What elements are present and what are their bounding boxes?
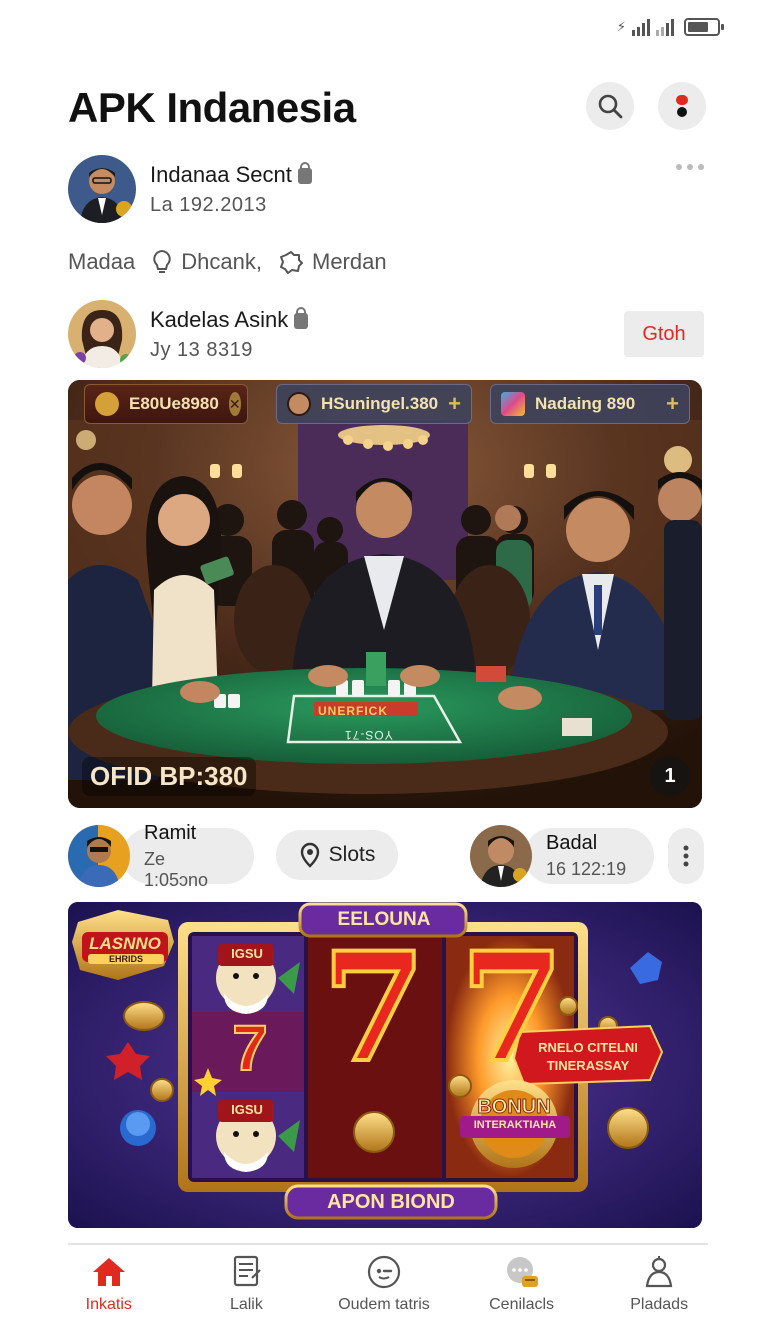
profile-icon <box>645 1256 673 1288</box>
add-icon[interactable]: + <box>666 391 679 417</box>
image-count-badge: 1 <box>650 756 690 796</box>
lightbulb-icon <box>153 249 171 273</box>
promo-line-1: RNELO CITELNI <box>538 1040 638 1055</box>
avatar <box>68 825 130 887</box>
seven-symbol: 7 <box>320 920 428 1096</box>
bottom-nav: Inkatis Lalik Oudem tatris Cenilacls Pla… <box>40 1254 728 1314</box>
more-options-icon[interactable] <box>676 164 704 170</box>
nav-label: Oudem tatris <box>338 1296 430 1313</box>
nav-item-home[interactable]: Inkatis <box>40 1254 178 1314</box>
post-date: Jy 13 8319 <box>150 338 253 361</box>
bonus-line-2: INTERAKTIAHA <box>473 1119 557 1131</box>
signal-icon <box>632 18 650 36</box>
hero-chip-label: Nadaing 890 <box>535 394 636 413</box>
nav-label: Pladads <box>630 1296 689 1313</box>
tag-item[interactable]: Dhcank, <box>151 248 262 276</box>
tag-item[interactable]: Madaa <box>68 249 135 275</box>
badge-icon <box>280 251 303 274</box>
seven-symbol: 7 <box>231 1012 269 1084</box>
location-pin-icon <box>300 842 319 868</box>
table-text: UNERFICK <box>318 704 388 718</box>
profile-button[interactable] <box>658 82 706 130</box>
profile-icon <box>676 95 688 117</box>
story-name: Badal <box>546 832 598 854</box>
signal-2-icon <box>656 18 674 36</box>
nav-item-coins[interactable]: Cenilacls <box>453 1254 591 1314</box>
table-text-2: YOS-71 <box>344 728 393 742</box>
post-author-name[interactable]: Kadelas Asink <box>150 306 309 333</box>
hero-chip-label: HSuningel.380 <box>321 394 439 413</box>
hero-chip-label: E80Ue8980 <box>129 394 219 413</box>
tag-item[interactable]: Merdan <box>278 249 387 275</box>
post-header-1[interactable]: Indanaa Secnt La 192.2013 <box>68 155 312 223</box>
hero-caption: OFID BP:380 <box>82 757 256 796</box>
slots-promo-banner[interactable]: EELOUNA LASNNO EHRIDS IGSU IGSU 7 7 7 RN… <box>68 902 702 1228</box>
more-vertical-icon <box>683 845 689 867</box>
nav-divider <box>68 1243 708 1245</box>
post-date: La 192.2013 <box>150 193 267 216</box>
document-icon <box>234 1255 262 1287</box>
more-stories-button[interactable] <box>668 828 704 884</box>
story-time: 16 122:19 <box>546 859 627 879</box>
banner-logo-top: LASNNO <box>89 934 161 953</box>
story-item[interactable]: Ramit Ze 1:05ɔno <box>68 822 254 890</box>
bonus-line-1: BONUN <box>477 1096 551 1119</box>
nav-label: Cenilacls <box>489 1296 555 1313</box>
nav-item-documents[interactable]: Lalik <box>178 1254 316 1314</box>
status-bar: ⚡ <box>616 14 724 40</box>
home-icon <box>92 1258 125 1286</box>
nav-label: Inkatis <box>85 1296 132 1313</box>
slot-badge-text: IGSU <box>231 946 263 961</box>
add-icon[interactable]: + <box>448 391 461 417</box>
lock-icon <box>297 161 312 184</box>
coin-icon <box>95 392 119 416</box>
hero-chip[interactable]: HSuningel.380 + <box>276 384 472 424</box>
network-speed-icon: ⚡ <box>616 19 626 34</box>
slots-chip[interactable]: Slots <box>276 830 398 880</box>
story-pill: Badal 16 122:19 <box>524 828 654 884</box>
story-name: Ramit <box>144 821 197 844</box>
story-pill: Ramit Ze 1:05ɔno <box>122 822 254 890</box>
banner-logo-bottom: EHRIDS <box>88 954 164 964</box>
search-button[interactable] <box>586 82 634 130</box>
nav-item-chat[interactable]: Oudem tatris <box>315 1254 453 1314</box>
hero-chip[interactable]: Nadaing 890 + <box>490 384 690 424</box>
lock-icon <box>294 306 309 329</box>
avatar[interactable] <box>68 155 136 223</box>
follow-button[interactable]: Gtoh <box>624 311 704 357</box>
app-icon <box>501 392 525 416</box>
chat-icon <box>367 1255 401 1289</box>
coin-chat-icon <box>506 1257 538 1287</box>
post-header-2[interactable]: Kadelas Asink Jy 13 8319 <box>68 300 309 368</box>
avatar[interactable] <box>68 300 136 368</box>
story-item[interactable]: Badal 16 122:19 <box>470 825 654 887</box>
avatar <box>470 825 532 887</box>
hero-chip[interactable]: E80Ue8980 ✕ <box>84 384 248 424</box>
search-icon <box>598 94 623 119</box>
casino-scene <box>68 380 702 808</box>
avatar <box>287 392 311 416</box>
app-title: APK Indanesia <box>68 84 356 131</box>
tag-label: Merdan <box>312 249 387 274</box>
nav-label: Lalik <box>229 1296 263 1313</box>
slot-badge-text: IGSU <box>231 1102 263 1117</box>
tag-row: Madaa Dhcank, Merdan <box>68 248 387 276</box>
post-author-name[interactable]: Indanaa Secnt <box>150 161 312 188</box>
post-author-name-text: Indanaa Secnt <box>150 161 292 187</box>
battery-icon <box>684 18 724 36</box>
tag-label: Madaa <box>68 249 136 274</box>
tag-label: Dhcank, <box>181 249 262 274</box>
slots-label: Slots <box>328 843 376 866</box>
close-icon[interactable]: ✕ <box>228 392 241 416</box>
promo-line-2: TINERASSAY <box>546 1058 630 1073</box>
post-author-name-text: Kadelas Asink <box>150 306 289 332</box>
nav-item-profile[interactable]: Pladads <box>590 1254 728 1314</box>
story-time: Ze 1:05ɔno <box>144 848 209 890</box>
casino-table-image[interactable]: UNERFICK YOS-71 E80Ue8980 ✕ HSuningel.38… <box>68 380 702 808</box>
banner-bottom-label: APON BIOND <box>327 1191 455 1213</box>
